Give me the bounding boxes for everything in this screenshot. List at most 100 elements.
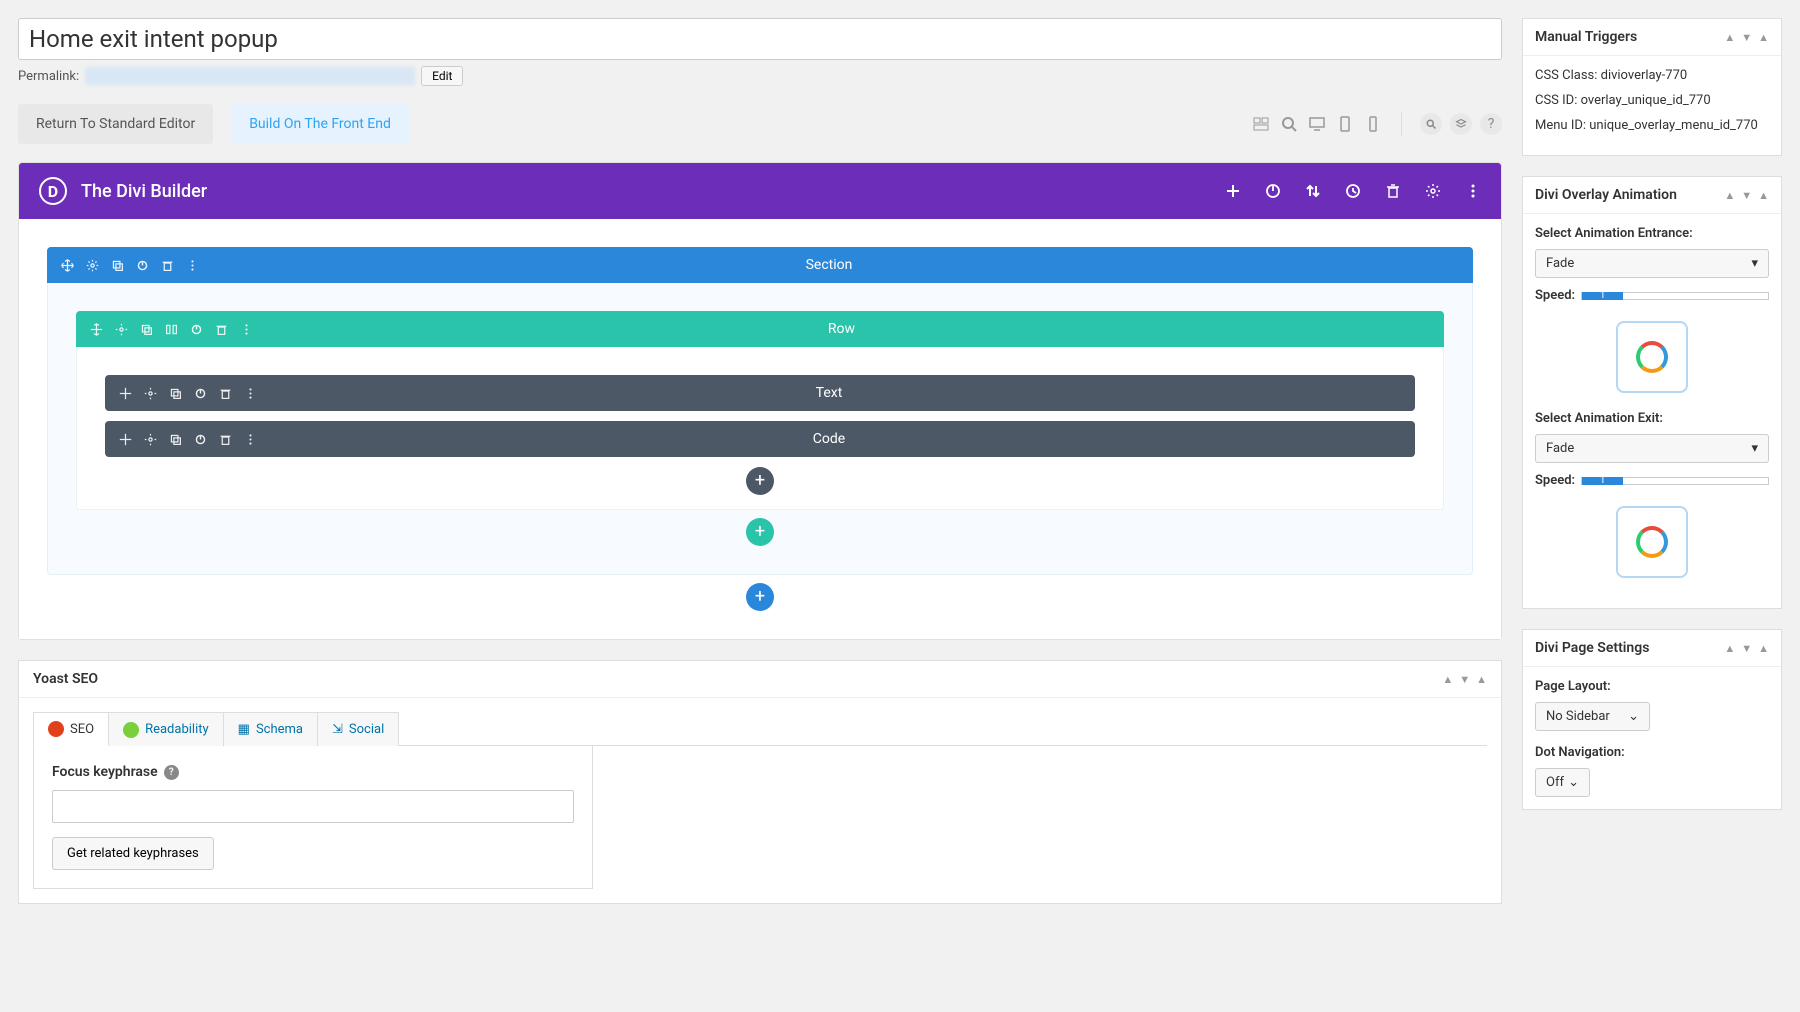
post-title-input[interactable] — [18, 18, 1502, 60]
happy-face-icon — [123, 722, 139, 738]
columns-icon[interactable] — [165, 323, 178, 336]
entrance-speed-slider[interactable]: 1 — [1581, 292, 1769, 300]
panel-toggle-icon[interactable]: ▲ — [1758, 189, 1769, 202]
power-icon[interactable] — [1265, 183, 1281, 199]
help-icon[interactable]: ? — [1480, 113, 1502, 135]
dot-nav-select[interactable]: Off ⌄ — [1535, 768, 1590, 797]
move-icon[interactable] — [119, 387, 132, 400]
gear-icon[interactable] — [86, 259, 99, 272]
more-icon[interactable] — [244, 433, 257, 446]
share-icon: ⇲ — [332, 722, 343, 737]
tab-readability[interactable]: Readability — [109, 712, 224, 746]
build-frontend-button[interactable]: Build On The Front End — [231, 104, 409, 144]
add-icon[interactable] — [1225, 183, 1241, 199]
exit-select[interactable]: Fade ▾ — [1535, 434, 1769, 463]
sort-icon[interactable] — [1305, 183, 1321, 199]
panel-down-icon[interactable]: ▼ — [1459, 673, 1470, 686]
panel-toggle-icon[interactable]: ▲ — [1758, 642, 1769, 655]
more-icon[interactable] — [244, 387, 257, 400]
divi-logo-icon: D — [39, 177, 67, 205]
desktop-icon[interactable] — [1307, 114, 1327, 134]
panel-up-icon[interactable]: ▲ — [1724, 642, 1735, 655]
panel-toggle-icon[interactable]: ▲ — [1476, 673, 1487, 686]
panel-down-icon[interactable]: ▼ — [1741, 31, 1752, 44]
module-label: Text — [257, 385, 1401, 401]
chevron-down-icon: ▾ — [1751, 441, 1758, 456]
tablet-icon[interactable] — [1335, 114, 1355, 134]
focus-keyphrase-label: Focus keyphrase — [52, 764, 158, 780]
seo-panel-title: Yoast SEO — [33, 671, 98, 687]
duplicate-icon[interactable] — [169, 433, 182, 446]
gear-icon[interactable] — [144, 387, 157, 400]
zoom-icon[interactable] — [1279, 114, 1299, 134]
gear-icon[interactable] — [115, 323, 128, 336]
help-icon[interactable]: ? — [164, 765, 179, 780]
builder-title: The Divi Builder — [81, 181, 207, 202]
clock-icon[interactable] — [1345, 183, 1361, 199]
focus-keyphrase-input[interactable] — [52, 790, 574, 823]
triggers-panel-title: Manual Triggers — [1535, 29, 1637, 45]
power-icon[interactable] — [190, 323, 203, 336]
wireframe-icon[interactable] — [1251, 114, 1271, 134]
return-standard-editor-button[interactable]: Return To Standard Editor — [18, 104, 213, 144]
panel-up-icon[interactable]: ▲ — [1724, 189, 1735, 202]
speed-label: Speed: — [1535, 473, 1575, 488]
menu-id-value: Menu ID: unique_overlay_menu_id_770 — [1535, 118, 1769, 133]
permalink-url[interactable] — [85, 67, 415, 85]
module-label: Code — [257, 431, 1401, 447]
entrance-select[interactable]: Fade ▾ — [1535, 249, 1769, 278]
chevron-down-icon: ⌄ — [1628, 709, 1639, 724]
panel-toggle-icon[interactable]: ▲ — [1758, 31, 1769, 44]
trash-icon[interactable] — [219, 433, 232, 446]
css-id-value: CSS ID: overlay_unique_id_770 — [1535, 93, 1769, 108]
entrance-label: Select Animation Entrance: — [1535, 226, 1769, 241]
phone-icon[interactable] — [1363, 114, 1383, 134]
more-icon[interactable] — [240, 323, 253, 336]
animation-panel-title: Divi Overlay Animation — [1535, 187, 1677, 203]
exit-speed-slider[interactable]: 1 — [1581, 477, 1769, 485]
more-icon[interactable] — [186, 259, 199, 272]
move-icon[interactable] — [61, 259, 74, 272]
duplicate-icon[interactable] — [169, 387, 182, 400]
trash-icon[interactable] — [215, 323, 228, 336]
trash-icon[interactable] — [219, 387, 232, 400]
trash-icon[interactable] — [161, 259, 174, 272]
chevron-down-icon: ▾ — [1751, 256, 1758, 271]
section-label: Section — [199, 257, 1459, 273]
panel-down-icon[interactable]: ▼ — [1741, 642, 1752, 655]
move-icon[interactable] — [90, 323, 103, 336]
move-icon[interactable] — [119, 433, 132, 446]
power-icon[interactable] — [194, 387, 207, 400]
page-layout-select[interactable]: No Sidebar ⌄ — [1535, 702, 1650, 731]
duplicate-icon[interactable] — [111, 259, 124, 272]
tab-seo[interactable]: SEO — [33, 712, 109, 746]
panel-up-icon[interactable]: ▲ — [1724, 31, 1735, 44]
speed-label: Speed: — [1535, 288, 1575, 303]
power-icon[interactable] — [136, 259, 149, 272]
gear-icon[interactable] — [144, 433, 157, 446]
tab-schema[interactable]: ▦ Schema — [224, 712, 318, 746]
layers-icon[interactable] — [1450, 113, 1472, 135]
power-icon[interactable] — [194, 433, 207, 446]
more-icon[interactable] — [1465, 183, 1481, 199]
edit-permalink-button[interactable]: Edit — [421, 66, 463, 86]
dot-nav-label: Dot Navigation: — [1535, 745, 1769, 760]
css-class-value: CSS Class: divioverlay-770 — [1535, 68, 1769, 83]
permalink-label: Permalink: — [18, 69, 79, 84]
add-module-button[interactable]: + — [746, 467, 774, 495]
trash-icon[interactable] — [1385, 183, 1401, 199]
page-settings-title: Divi Page Settings — [1535, 640, 1649, 656]
gear-icon[interactable] — [1425, 183, 1441, 199]
panel-down-icon[interactable]: ▼ — [1741, 189, 1752, 202]
search-icon[interactable] — [1420, 113, 1442, 135]
add-section-button[interactable]: + — [746, 583, 774, 611]
exit-preview — [1616, 506, 1688, 578]
page-layout-label: Page Layout: — [1535, 679, 1769, 694]
tab-social[interactable]: ⇲ Social — [318, 712, 399, 746]
add-row-button[interactable]: + — [746, 518, 774, 546]
panel-up-icon[interactable]: ▲ — [1442, 673, 1453, 686]
duplicate-icon[interactable] — [140, 323, 153, 336]
related-keyphrases-button[interactable]: Get related keyphrases — [52, 837, 214, 870]
grid-icon: ▦ — [238, 722, 250, 737]
divider — [1401, 112, 1402, 136]
